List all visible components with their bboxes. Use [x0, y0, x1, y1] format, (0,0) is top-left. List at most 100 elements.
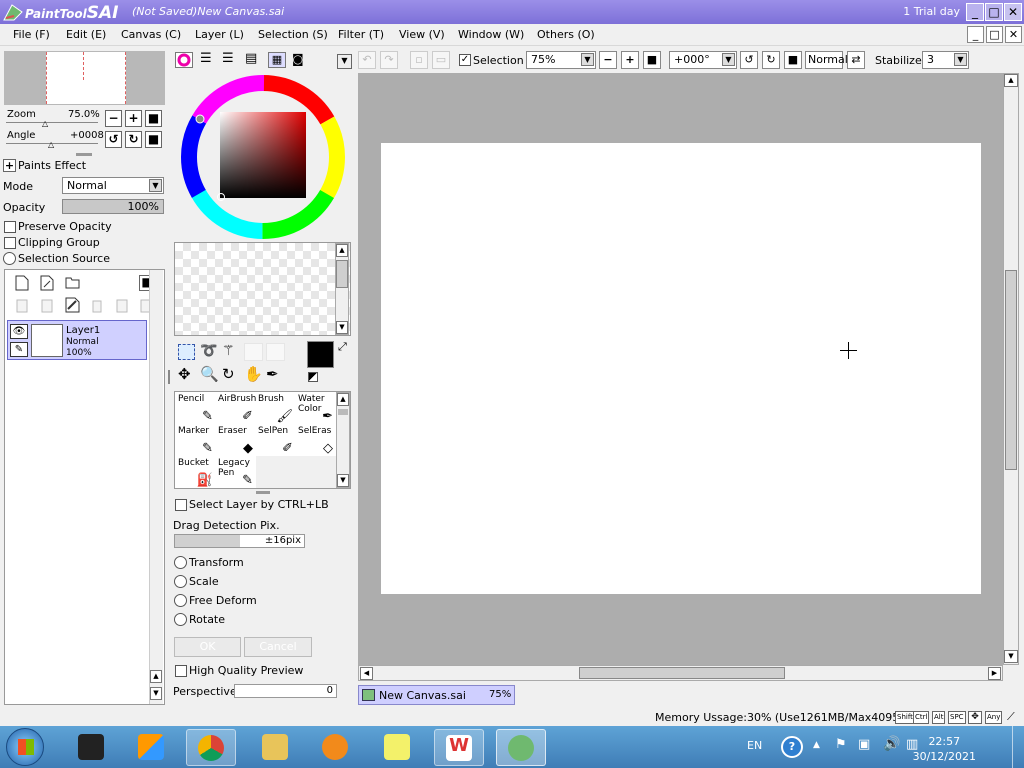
panel-splitter[interactable]	[256, 491, 270, 494]
menu-view[interactable]: View (V)	[399, 28, 445, 41]
document-tab[interactable]: New Canvas.sai 75%	[358, 685, 515, 705]
zoom-tool-icon[interactable]: 🔍	[200, 365, 219, 383]
taskbar-movie-maker[interactable]	[66, 729, 116, 766]
swatches-tab[interactable]: ▦	[268, 52, 286, 68]
merge-down-icon[interactable]	[40, 298, 54, 314]
move-icon[interactable]: ✥	[178, 365, 191, 383]
canvas-vertical-scrollbar[interactable]: ▲ ▼	[1003, 73, 1019, 665]
scroll-up-icon[interactable]: ▲	[336, 244, 348, 257]
cancel-button[interactable]: Cancel	[244, 637, 312, 657]
clipping-group-checkbox[interactable]	[4, 237, 16, 249]
system-clock[interactable]: 22:57 30/12/2021	[913, 734, 976, 764]
close-button[interactable]: ✕	[1004, 3, 1022, 21]
redo-button[interactable]: ↷	[380, 51, 398, 69]
taskbar-wps[interactable]: W	[434, 729, 484, 766]
tool-watercolor[interactable]: Water Color ✒	[296, 392, 336, 424]
tool-eraser[interactable]: Eraser ◆	[216, 424, 256, 456]
menu-layer[interactable]: Layer (L)	[195, 28, 244, 41]
help-icon[interactable]: ?	[781, 736, 803, 758]
swatch-grid[interactable]	[174, 242, 351, 336]
maximize-button[interactable]: □	[985, 3, 1003, 21]
tool-marker[interactable]: Marker ✎	[176, 424, 216, 456]
navigator-preview[interactable]	[4, 51, 165, 105]
rotate-radio[interactable]	[174, 613, 187, 626]
taskbar-chrome[interactable]	[186, 729, 236, 766]
delete-layer-icon[interactable]	[90, 298, 104, 314]
free-deform-radio[interactable]	[174, 594, 187, 607]
paints-effect-expand-button[interactable]: +	[3, 159, 16, 172]
scroll-down-icon[interactable]: ▼	[337, 474, 349, 487]
scroll-down-icon[interactable]: ▼	[1004, 650, 1018, 663]
merge-visible-icon[interactable]	[115, 298, 129, 314]
canvas-horizontal-scrollbar[interactable]: ◀ ▶	[358, 665, 1003, 681]
tool-airbrush[interactable]: AirBrush ✐	[216, 392, 256, 424]
color-wheel-tab[interactable]	[175, 52, 193, 68]
language-indicator[interactable]: EN	[747, 739, 762, 752]
toolbar-zoom-reset-button[interactable]: ■	[643, 51, 661, 69]
zoom-out-button[interactable]: −	[105, 110, 122, 127]
toolbar-zoom-in-button[interactable]: +	[621, 51, 639, 69]
invert-selection-button[interactable]: ▭	[432, 51, 450, 69]
mdi-minimize-button[interactable]: _	[967, 26, 984, 43]
tool-seleras[interactable]: SelEras ◇	[296, 424, 336, 456]
hand-icon[interactable]: ✋	[244, 365, 263, 383]
zoom-reset-button[interactable]: ■	[145, 110, 162, 127]
tool-pencil[interactable]: Pencil ✎	[176, 392, 216, 424]
taskbar-explorer[interactable]	[250, 729, 300, 766]
reset-colors-icon[interactable]	[308, 372, 318, 382]
color-panel-menu-button[interactable]: ▼	[337, 54, 352, 69]
mdi-close-button[interactable]: ✕	[1005, 26, 1022, 43]
layer-panel-scrollbar[interactable]: ▲ ▼	[149, 270, 163, 704]
eyedropper-icon[interactable]: ✒	[266, 365, 279, 383]
tool-bucket[interactable]: Bucket ⛽	[176, 456, 216, 488]
scroll-right-icon[interactable]: ▶	[988, 667, 1001, 680]
taskbar-app-store[interactable]	[126, 729, 176, 766]
scroll-down-icon[interactable]: ▼	[336, 321, 348, 334]
volume-icon[interactable]: 🔊	[883, 736, 900, 752]
rectangle-select-icon[interactable]	[178, 344, 195, 360]
new-layer-icon[interactable]	[15, 275, 29, 291]
angle-slider-handle[interactable]: △	[48, 140, 54, 149]
preserve-opacity-checkbox[interactable]	[4, 221, 16, 233]
ok-button[interactable]: OK	[174, 637, 241, 657]
flip-horizontal-button[interactable]: ⇄	[847, 51, 865, 69]
deselect-button[interactable]: ▫	[410, 51, 428, 69]
tool-selpen[interactable]: SelPen ✐	[256, 424, 296, 456]
swatch-scrollbar[interactable]: ▲ ▼	[335, 243, 349, 335]
mdi-restore-button[interactable]: □	[986, 26, 1003, 43]
rgb-slider-tab-icon[interactable]: ☰	[200, 52, 212, 65]
menu-filter[interactable]: Filter (T)	[338, 28, 384, 41]
zoom-slider-handle[interactable]: △	[42, 119, 48, 128]
paint-lock-icon[interactable]: ✎	[10, 342, 28, 357]
zoom-dropdown[interactable]: 75% ▼	[526, 51, 596, 69]
eye-icon[interactable]: 👁	[10, 324, 28, 339]
menu-others[interactable]: Others (O)	[537, 28, 595, 41]
perspective-slider[interactable]: 0	[234, 684, 337, 698]
tool-legacy-pen[interactable]: Legacy Pen ✎	[216, 456, 256, 488]
new-folder-icon[interactable]	[65, 276, 80, 289]
mode-dropdown[interactable]: Normal ▼	[62, 177, 164, 194]
layer-item-layer1[interactable]: 👁 ✎ Layer1 Normal 100%	[7, 320, 147, 360]
taskbar-painttool-sai[interactable]	[496, 729, 546, 766]
zoom-in-button[interactable]: +	[125, 110, 142, 127]
high-quality-preview-checkbox[interactable]	[175, 665, 187, 677]
scroll-thumb[interactable]	[338, 409, 348, 415]
menu-selection[interactable]: Selection (S)	[258, 28, 328, 41]
taskbar-media-player[interactable]	[310, 729, 360, 766]
select-layer-checkbox[interactable]	[175, 499, 187, 511]
rotate-cw-button[interactable]: ↻	[762, 51, 780, 69]
network-icon[interactable]: ▣	[858, 737, 870, 752]
primary-color-swatch[interactable]	[307, 341, 334, 368]
magic-wand-icon[interactable]: ⚚	[222, 343, 235, 359]
scale-radio[interactable]	[174, 575, 187, 588]
menu-edit[interactable]: Edit (E)	[66, 28, 106, 41]
drawing-canvas[interactable]	[381, 143, 981, 594]
transform-radio[interactable]	[174, 556, 187, 569]
clear-layer-icon[interactable]	[65, 297, 80, 313]
scratchpad-tab-icon[interactable]: ◙	[292, 52, 304, 66]
tool-brush[interactable]: Brush 🖌	[256, 392, 296, 424]
scroll-left-icon[interactable]: ◀	[360, 667, 373, 680]
scroll-up-icon[interactable]: ▲	[337, 393, 349, 406]
scroll-up-icon[interactable]: ▲	[150, 670, 162, 683]
lasso-icon[interactable]: ➰	[200, 343, 217, 359]
